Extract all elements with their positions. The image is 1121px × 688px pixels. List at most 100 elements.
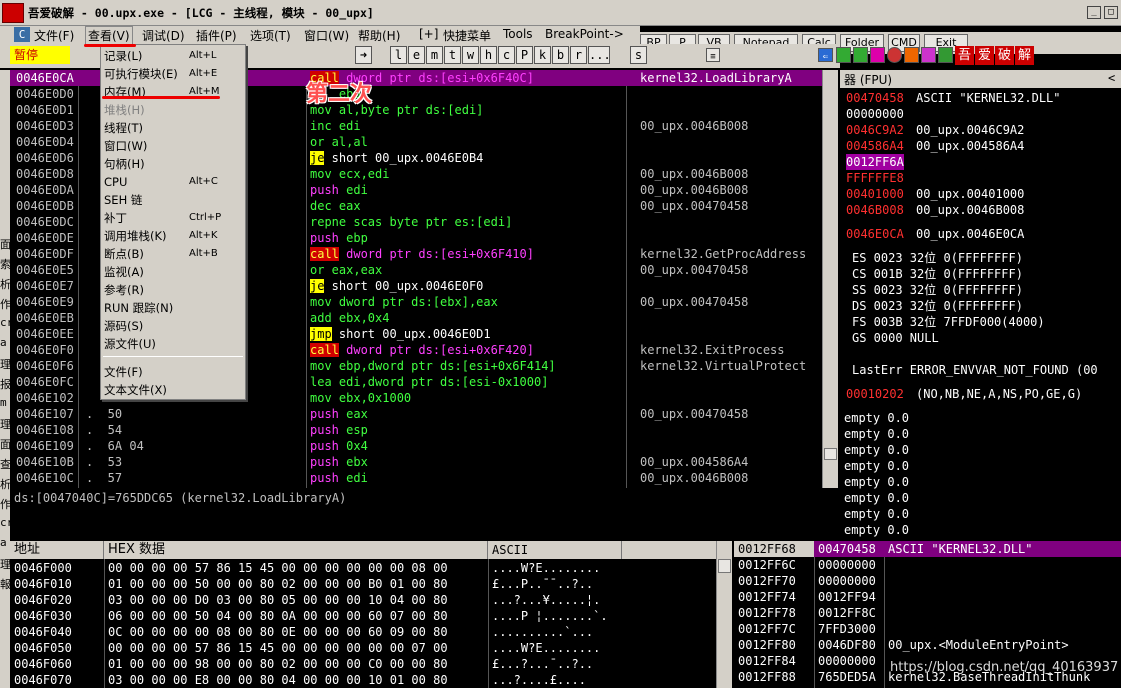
plugin-gear-icon[interactable] bbox=[938, 47, 953, 63]
disasm-instruction[interactable]: or al,al bbox=[310, 134, 368, 150]
disasm-instruction[interactable]: je short 00_upx.0046E0F0 bbox=[310, 278, 483, 294]
toolbar-s[interactable]: s bbox=[630, 46, 647, 64]
toolbar-more[interactable]: ... bbox=[588, 46, 611, 64]
segment-register[interactable]: DS 0023 32位 0(FFFFFFFF) bbox=[852, 298, 1023, 314]
fpu-register[interactable]: empty 0.0 bbox=[844, 506, 909, 522]
disasm-instruction[interactable]: mov ebp,dword ptr ds:[esi+0x6F414] bbox=[310, 358, 556, 374]
register-value[interactable]: 0012FF6A bbox=[846, 154, 904, 170]
view-menu-item[interactable]: 记录(L) Alt+L bbox=[101, 47, 245, 65]
collapse-icon[interactable]: < bbox=[1108, 71, 1115, 85]
dump-ascii[interactable]: £...P..¯¯..?.. bbox=[492, 576, 593, 592]
disasm-instruction[interactable]: call dword ptr ds:[esi+0x6F410] bbox=[310, 246, 534, 262]
menu-breakpoint[interactable]: BreakPoint-> bbox=[545, 27, 624, 41]
segment-register[interactable]: ES 0023 32位 0(FFFFFFFF) bbox=[852, 250, 1023, 266]
fpu-register[interactable]: empty 0.0 bbox=[844, 490, 909, 506]
disasm-instruction[interactable]: mov dword ptr ds:[ebx],eax bbox=[310, 294, 498, 310]
disasm-instruction[interactable]: dec eax bbox=[310, 198, 361, 214]
stack-value[interactable]: 0012FF94 bbox=[818, 589, 876, 605]
plugin-green-icon[interactable] bbox=[836, 47, 851, 63]
segment-register[interactable]: FS 003B 32位 7FFDF000(4000) bbox=[852, 314, 1045, 330]
view-menu-item[interactable]: 源码(S) bbox=[101, 317, 245, 335]
dump-col-address[interactable]: 地址 bbox=[10, 541, 104, 559]
plugin-green2-icon[interactable] bbox=[853, 47, 868, 63]
disasm-scrollbar[interactable] bbox=[822, 70, 838, 488]
view-menu-item[interactable]: SEH 链 bbox=[101, 191, 245, 209]
disasm-instruction[interactable]: je short 00_upx.0046E0B4 bbox=[310, 150, 483, 166]
toolbar-m[interactable]: m bbox=[426, 46, 443, 64]
disasm-instruction[interactable]: push edi bbox=[310, 182, 368, 198]
disasm-instruction[interactable]: push ebp bbox=[310, 230, 368, 246]
toolbar-e[interactable]: e bbox=[408, 46, 425, 64]
plugin-orange-icon[interactable] bbox=[904, 47, 919, 63]
dump-scroll-thumb[interactable] bbox=[718, 559, 731, 573]
disasm-instruction[interactable]: inc edi bbox=[310, 118, 361, 134]
menu-plugins[interactable]: 插件(P) bbox=[196, 27, 237, 44]
view-menu-item[interactable]: 窗口(W) bbox=[101, 137, 245, 155]
disasm-instruction[interactable]: push esp bbox=[310, 422, 368, 438]
disasm-instruction[interactable]: push ebx bbox=[310, 454, 368, 470]
dump-col-hex[interactable]: HEX 数据 bbox=[104, 541, 488, 559]
toolbar-w[interactable]: w bbox=[462, 46, 479, 64]
menu-tools[interactable]: Tools bbox=[503, 27, 533, 41]
hex-dump-pane[interactable]: 0046F000 00 00 00 00 57 86 15 45 00 00 00… bbox=[10, 559, 716, 688]
fpu-register[interactable]: empty 0.0 bbox=[844, 410, 909, 426]
stack-value[interactable]: 00470458 bbox=[818, 541, 876, 557]
dump-ascii[interactable]: ....W?E........ bbox=[492, 560, 600, 576]
menu-help[interactable]: 帮助(H) bbox=[358, 27, 400, 44]
view-menu-item[interactable]: 堆栈(H) bbox=[101, 101, 245, 119]
toolbar-b[interactable]: b bbox=[552, 46, 569, 64]
maximize-button[interactable]: □ bbox=[1104, 6, 1118, 19]
eip-value[interactable]: 0046E0CA bbox=[846, 226, 904, 242]
view-menu-item[interactable]: RUN 跟踪(N) bbox=[101, 299, 245, 317]
dump-ascii[interactable]: ....P ¦.......`. bbox=[492, 608, 608, 624]
stack-value[interactable]: 0046DF80 bbox=[818, 637, 876, 653]
stack-value[interactable]: 765DED5A bbox=[818, 669, 876, 685]
dump-hex[interactable]: 01 00 00 00 98 00 00 80 02 00 00 00 C0 0… bbox=[108, 656, 448, 672]
dump-ascii[interactable]: ..........`... bbox=[492, 624, 593, 640]
view-menu-item[interactable]: 调用堆栈(K) Alt+K bbox=[101, 227, 245, 245]
plugin-red-icon[interactable] bbox=[887, 47, 902, 63]
view-menu-item[interactable]: 参考(R) bbox=[101, 281, 245, 299]
dump-hex[interactable]: 06 00 00 00 50 04 00 80 0A 00 00 00 60 0… bbox=[108, 608, 448, 624]
view-menu-item[interactable]: 补丁 Ctrl+P bbox=[101, 209, 245, 227]
toolbar-k[interactable]: k bbox=[534, 46, 551, 64]
segment-register[interactable]: GS 0000 NULL bbox=[852, 330, 939, 346]
menu-file[interactable]: 文件(F) bbox=[34, 27, 74, 44]
menu-options[interactable]: 选项(T) bbox=[250, 27, 291, 44]
disasm-instruction[interactable]: push edi bbox=[310, 470, 368, 486]
fpu-register[interactable]: empty 0.0 bbox=[844, 458, 909, 474]
step-arrow-icon[interactable]: ➜ bbox=[355, 46, 372, 64]
stack-value[interactable]: 00000000 bbox=[818, 573, 876, 589]
note-icon[interactable]: ≡ bbox=[706, 48, 720, 62]
disasm-instruction[interactable]: lea edi,dword ptr ds:[esi-0x1000] bbox=[310, 374, 548, 390]
dump-hex[interactable]: 00 00 00 00 57 86 15 45 00 00 00 00 00 0… bbox=[108, 640, 448, 656]
disasm-instruction[interactable]: push eax bbox=[310, 406, 368, 422]
disasm-instruction[interactable]: add ebx,0x4 bbox=[310, 310, 389, 326]
stack-value[interactable]: 7FFD3000 bbox=[818, 621, 876, 637]
dump-ascii[interactable]: ....W?E........ bbox=[492, 640, 600, 656]
dump-ascii[interactable]: ...?...¥.....¦. bbox=[492, 592, 600, 608]
toolbar-r[interactable]: r bbox=[570, 46, 587, 64]
segment-register[interactable]: SS 0023 32位 0(FFFFFFFF) bbox=[852, 282, 1023, 298]
disasm-scroll-thumb[interactable] bbox=[824, 448, 837, 460]
dump-scrollbar[interactable] bbox=[716, 541, 732, 688]
dump-hex[interactable]: 0C 00 00 00 00 08 00 80 0E 00 00 00 60 0… bbox=[108, 624, 448, 640]
stack-value[interactable]: 00000000 bbox=[818, 653, 876, 669]
register-value[interactable]: 0046C9A2 bbox=[846, 122, 904, 138]
view-menu-item[interactable]: 断点(B) Alt+B bbox=[101, 245, 245, 263]
disasm-instruction[interactable]: repne scas byte ptr es:[edi] bbox=[310, 214, 512, 230]
dump-ascii[interactable]: £...?...¯..?.. bbox=[492, 656, 593, 672]
disasm-instruction[interactable]: mov ebx,0x1000 bbox=[310, 390, 411, 406]
dump-hex[interactable]: 03 00 00 00 D0 03 00 80 05 00 00 00 10 0… bbox=[108, 592, 448, 608]
register-value[interactable]: 00401000 bbox=[846, 186, 904, 202]
menu-view[interactable]: 查看(V) bbox=[85, 26, 133, 45]
view-menu-item[interactable]: 监视(A) bbox=[101, 263, 245, 281]
toolbar-l[interactable]: l bbox=[390, 46, 407, 64]
fpu-register[interactable]: empty 0.0 bbox=[844, 426, 909, 442]
view-menu-item[interactable]: 句柄(H) bbox=[101, 155, 245, 173]
disasm-instruction[interactable]: or eax,eax bbox=[310, 262, 382, 278]
plugin-pink-icon[interactable] bbox=[921, 47, 936, 63]
view-menu-item[interactable]: 源文件(U) bbox=[101, 335, 245, 353]
toolbar-t[interactable]: t bbox=[444, 46, 461, 64]
fpu-register[interactable]: empty 0.0 bbox=[844, 442, 909, 458]
